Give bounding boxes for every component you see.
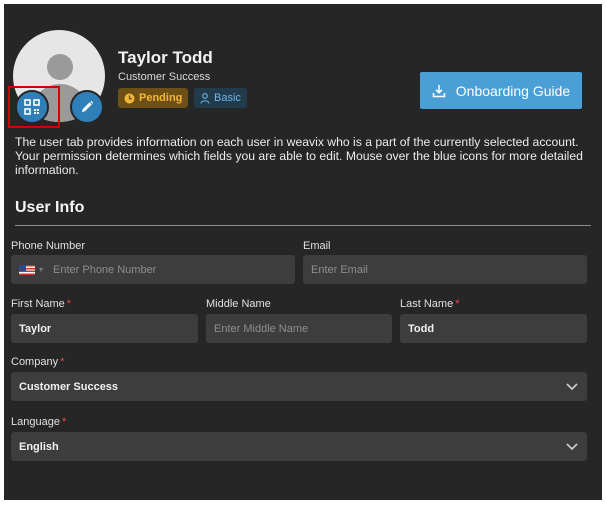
language-select[interactable]: English <box>11 432 587 461</box>
email-label-text: Email <box>303 240 331 252</box>
section-title: User Info <box>15 199 85 216</box>
user-panel: Taylor Todd Customer Success Pending Bas… <box>4 4 602 500</box>
required-marker: * <box>60 356 65 368</box>
last-name-label: Last Name * <box>400 298 459 310</box>
company-label-text: Company <box>11 356 59 368</box>
required-marker: * <box>455 298 460 310</box>
divider <box>15 225 591 226</box>
first-name-field[interactable]: Taylor <box>11 314 198 343</box>
company-label: Company * <box>11 356 64 368</box>
us-flag-icon[interactable] <box>19 264 35 275</box>
first-name-label: First Name * <box>11 298 71 310</box>
company-value: Customer Success <box>19 380 119 393</box>
required-marker: * <box>61 416 67 428</box>
edit-avatar-button[interactable] <box>70 90 104 124</box>
highlight-box <box>8 86 60 128</box>
email-placeholder: Enter Email <box>311 263 368 276</box>
phone-label-text: Phone Number <box>11 240 85 252</box>
user-icon <box>200 92 210 104</box>
last-name-label-text: Last Name <box>400 298 454 310</box>
language-label-text: Language <box>11 416 60 428</box>
email-field[interactable]: Enter Email <box>303 255 587 284</box>
plan-badge: Basic <box>194 88 247 108</box>
language-value: English <box>19 440 59 453</box>
middle-name-label: Middle Name <box>206 298 271 310</box>
last-name-field[interactable]: Todd <box>400 314 587 343</box>
pencil-icon <box>82 100 94 112</box>
onboarding-guide-button[interactable]: Onboarding Guide <box>420 72 582 109</box>
middle-name-label-text: Middle Name <box>206 298 271 310</box>
company-select[interactable]: Customer Success <box>11 372 587 401</box>
user-name: Taylor Todd <box>118 48 213 67</box>
phone-placeholder: Enter Phone Number <box>53 263 157 276</box>
chevron-down-icon[interactable] <box>566 381 578 391</box>
avatar-head <box>47 54 73 80</box>
clock-icon <box>124 93 135 103</box>
last-name-value: Todd <box>408 322 435 335</box>
phone-field[interactable]: ▾ Enter Phone Number <box>11 255 295 284</box>
language-label: Language * <box>11 416 66 428</box>
chevron-down-icon[interactable] <box>566 441 578 451</box>
page-description: The user tab provides information on eac… <box>15 135 583 177</box>
middle-name-placeholder: Enter Middle Name <box>214 322 309 335</box>
first-name-label-text: First Name <box>11 298 65 310</box>
phone-label: Phone Number <box>11 240 85 252</box>
plan-badge-label: Basic <box>214 92 241 104</box>
first-name-value: Taylor <box>19 322 52 335</box>
middle-name-field[interactable]: Enter Middle Name <box>206 314 392 343</box>
status-badge-label: Pending <box>139 92 183 104</box>
status-badge: Pending <box>118 88 189 108</box>
country-dropdown-caret[interactable]: ▾ <box>39 265 43 274</box>
user-role: Customer Success <box>118 71 211 83</box>
download-icon <box>432 84 446 97</box>
onboarding-guide-label: Onboarding Guide <box>455 82 571 99</box>
required-marker: * <box>66 298 72 310</box>
email-label: Email <box>303 240 331 252</box>
